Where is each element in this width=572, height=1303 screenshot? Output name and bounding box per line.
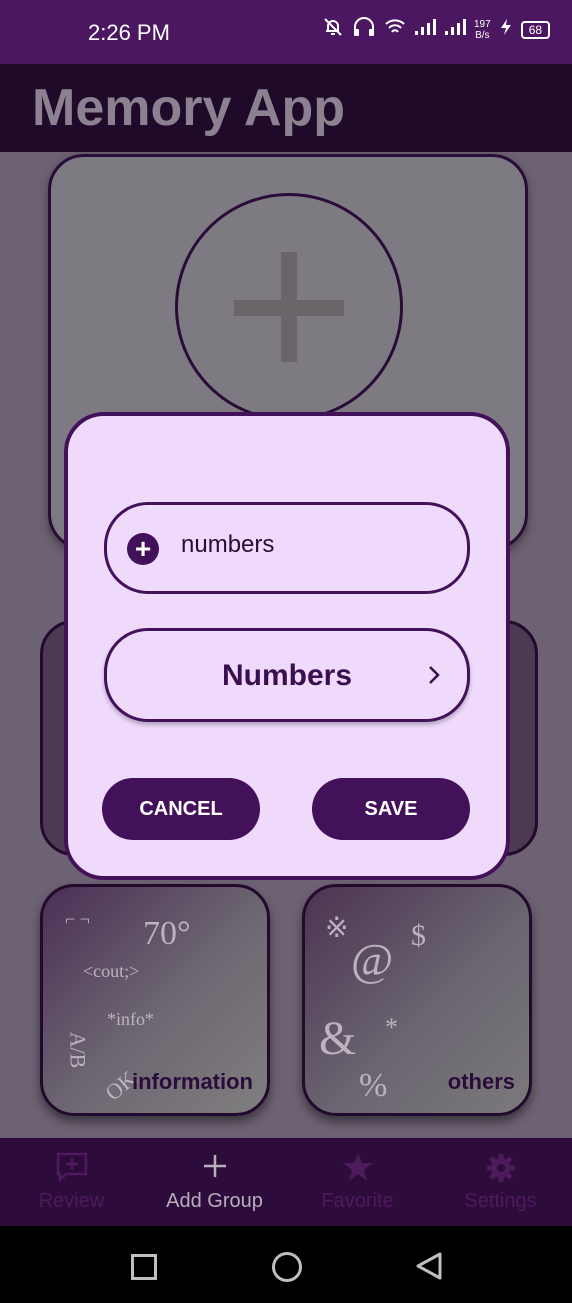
plus-icon bbox=[281, 252, 297, 362]
status-time: 2:26 PM bbox=[88, 20, 170, 45]
group-name-input[interactable]: + numbers bbox=[104, 502, 470, 594]
decorative-text: @ bbox=[351, 934, 394, 985]
group-type-value: Numbers bbox=[221, 659, 353, 692]
decorative-text: $ bbox=[411, 919, 426, 952]
decorative-text: ※ bbox=[325, 913, 349, 944]
group-type-selector[interactable]: Numbers bbox=[104, 628, 470, 722]
signal-icon bbox=[444, 18, 466, 41]
chevron-right-icon bbox=[427, 664, 441, 691]
wifi-icon bbox=[384, 17, 406, 42]
status-icons: 197 B/s 68 bbox=[322, 16, 551, 43]
decorative-text: 70° bbox=[143, 915, 191, 952]
nav-item-favorite[interactable]: Favorite bbox=[286, 1138, 429, 1226]
app-title: Memory App bbox=[32, 79, 345, 137]
decorative-text: & bbox=[319, 1012, 357, 1065]
nav-label: Review bbox=[38, 1190, 105, 1212]
group-card-information[interactable]: ⌐ ¬ 70° <cout;> *info* A/B OK informatio… bbox=[40, 884, 270, 1116]
gear-icon bbox=[485, 1152, 517, 1192]
signal-icon bbox=[414, 18, 436, 41]
group-label: information bbox=[132, 1069, 253, 1094]
add-group-circle[interactable] bbox=[175, 193, 403, 421]
add-group-dialog: + numbers Numbers CANCEL SAVE bbox=[64, 412, 510, 880]
status-bar: 2:26 PM 197 B/s 68 bbox=[0, 0, 572, 64]
decorative-text: * bbox=[385, 1013, 398, 1042]
group-label: others bbox=[447, 1069, 515, 1094]
decorative-text: <cout;> bbox=[83, 961, 140, 981]
nav-label: Favorite bbox=[321, 1190, 394, 1212]
plus-icon bbox=[201, 1152, 229, 1188]
group-name-value: numbers bbox=[181, 531, 275, 558]
battery-icon: 68 bbox=[520, 20, 551, 39]
cancel-button[interactable]: CANCEL bbox=[102, 778, 260, 840]
nav-label: Add Group bbox=[166, 1190, 263, 1212]
net-speed-value: 197 bbox=[474, 18, 491, 30]
net-speed: 197 B/s bbox=[474, 19, 491, 41]
star-icon bbox=[342, 1152, 374, 1190]
nav-label: Settings bbox=[464, 1190, 537, 1212]
app-bar: Memory App bbox=[0, 64, 572, 152]
decorative-text: *info* bbox=[107, 1009, 154, 1029]
group-card-others[interactable]: ※ @ $ & * % others bbox=[302, 884, 532, 1116]
nav-item-settings[interactable]: Settings bbox=[429, 1138, 572, 1226]
decorative-text: ⌐ ¬ bbox=[65, 909, 90, 929]
nav-item-add-group[interactable]: Add Group bbox=[143, 1138, 286, 1226]
headset-icon bbox=[352, 16, 376, 43]
bottom-nav: Review Add Group Favorite Settings bbox=[0, 1138, 572, 1226]
system-nav bbox=[0, 1226, 572, 1303]
review-icon bbox=[56, 1152, 88, 1190]
decorative-text: A/B bbox=[65, 1031, 91, 1069]
charging-icon bbox=[499, 18, 513, 41]
decorative-text: % bbox=[359, 1067, 388, 1104]
net-speed-unit: B/s bbox=[475, 29, 490, 41]
back-icon[interactable] bbox=[414, 1251, 444, 1286]
bell-off-icon bbox=[322, 16, 344, 43]
add-circle-icon: + bbox=[127, 533, 159, 565]
home-icon[interactable] bbox=[272, 1252, 302, 1282]
nav-item-review[interactable]: Review bbox=[0, 1138, 143, 1226]
save-button[interactable]: SAVE bbox=[312, 778, 470, 840]
recents-icon[interactable] bbox=[131, 1254, 157, 1280]
